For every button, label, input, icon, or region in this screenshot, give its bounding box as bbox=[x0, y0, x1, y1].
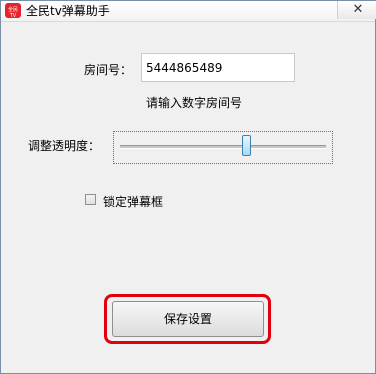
title-bar: 全民TV 全民tv弹幕助手 ✕ bbox=[1, 1, 376, 22]
opacity-label: 调整透明度： bbox=[28, 139, 101, 153]
opacity-slider-track[interactable] bbox=[120, 145, 326, 149]
room-number-hint: 请输入数字房间号 bbox=[146, 96, 243, 110]
app-window: 全民TV 全民tv弹幕助手 ✕ 房间号： 请输入数字房间号 调整透明度： 锁定弹… bbox=[0, 0, 376, 374]
close-button[interactable]: ✕ bbox=[337, 1, 376, 19]
room-number-label: 房间号： bbox=[84, 63, 133, 77]
close-icon: ✕ bbox=[352, 2, 364, 17]
lock-danmaku-checkbox[interactable] bbox=[85, 194, 96, 205]
lock-danmaku-label: 锁定弹幕框 bbox=[103, 195, 164, 209]
room-number-input[interactable] bbox=[141, 53, 295, 82]
save-settings-button[interactable]: 保存设置 bbox=[112, 301, 264, 337]
app-icon: 全民TV bbox=[5, 3, 21, 19]
app-icon-text: 全民TV bbox=[7, 7, 18, 19]
window-title: 全民tv弹幕助手 bbox=[26, 4, 110, 18]
opacity-slider-thumb[interactable] bbox=[242, 135, 252, 156]
